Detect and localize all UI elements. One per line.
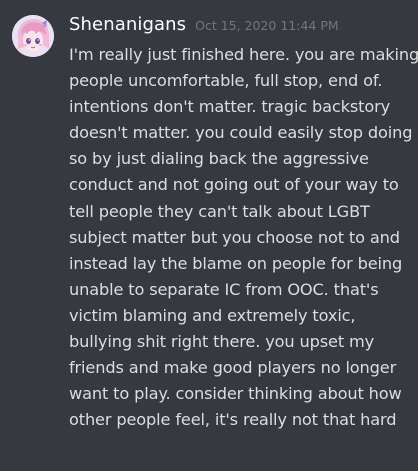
chat-message: Shenanigans Oct 15, 2020 11:44 PM I'm re… — [0, 0, 418, 471]
message-line: victim blaming and extremely toxic, — [69, 305, 356, 325]
message-line: want to play. consider thinking about ho… — [69, 384, 402, 404]
message-line: other people feel, it's really not that … — [69, 410, 397, 430]
message-line: people uncomfortable, full stop, end of. — [69, 71, 383, 91]
message-line: subject matter but you choose not to and — [69, 227, 400, 247]
message-line: doesn't matter. you could easily stop do… — [69, 123, 413, 143]
anime-character-avatar-icon — [12, 15, 54, 57]
message-line: I'm really just finished here. you are m… — [69, 45, 418, 64]
message-line: unable to separate IC from OOC. that's — [69, 279, 379, 299]
message-content: I'm really just finished here. you are m… — [69, 42, 418, 433]
message-timestamp: Oct 15, 2020 11:44 PM — [195, 18, 339, 33]
username[interactable]: Shenanigans — [69, 14, 186, 35]
message-line: friends and make good players no longer — [69, 358, 397, 378]
message-header: Shenanigans Oct 15, 2020 11:44 PM — [69, 14, 339, 40]
message-line: instead lay the blame on people for bein… — [69, 253, 403, 273]
user-avatar[interactable] — [12, 15, 54, 57]
message-line: conduct and not going out of your way to — [69, 175, 399, 195]
message-line: intentions don't matter. tragic backstor… — [69, 97, 391, 117]
message-line: bullying shit right there. you upset my — [69, 332, 375, 352]
message-line: so by just dialing back the aggressive — [69, 149, 369, 169]
message-line: tell people they can't talk about LGBT — [69, 201, 370, 221]
